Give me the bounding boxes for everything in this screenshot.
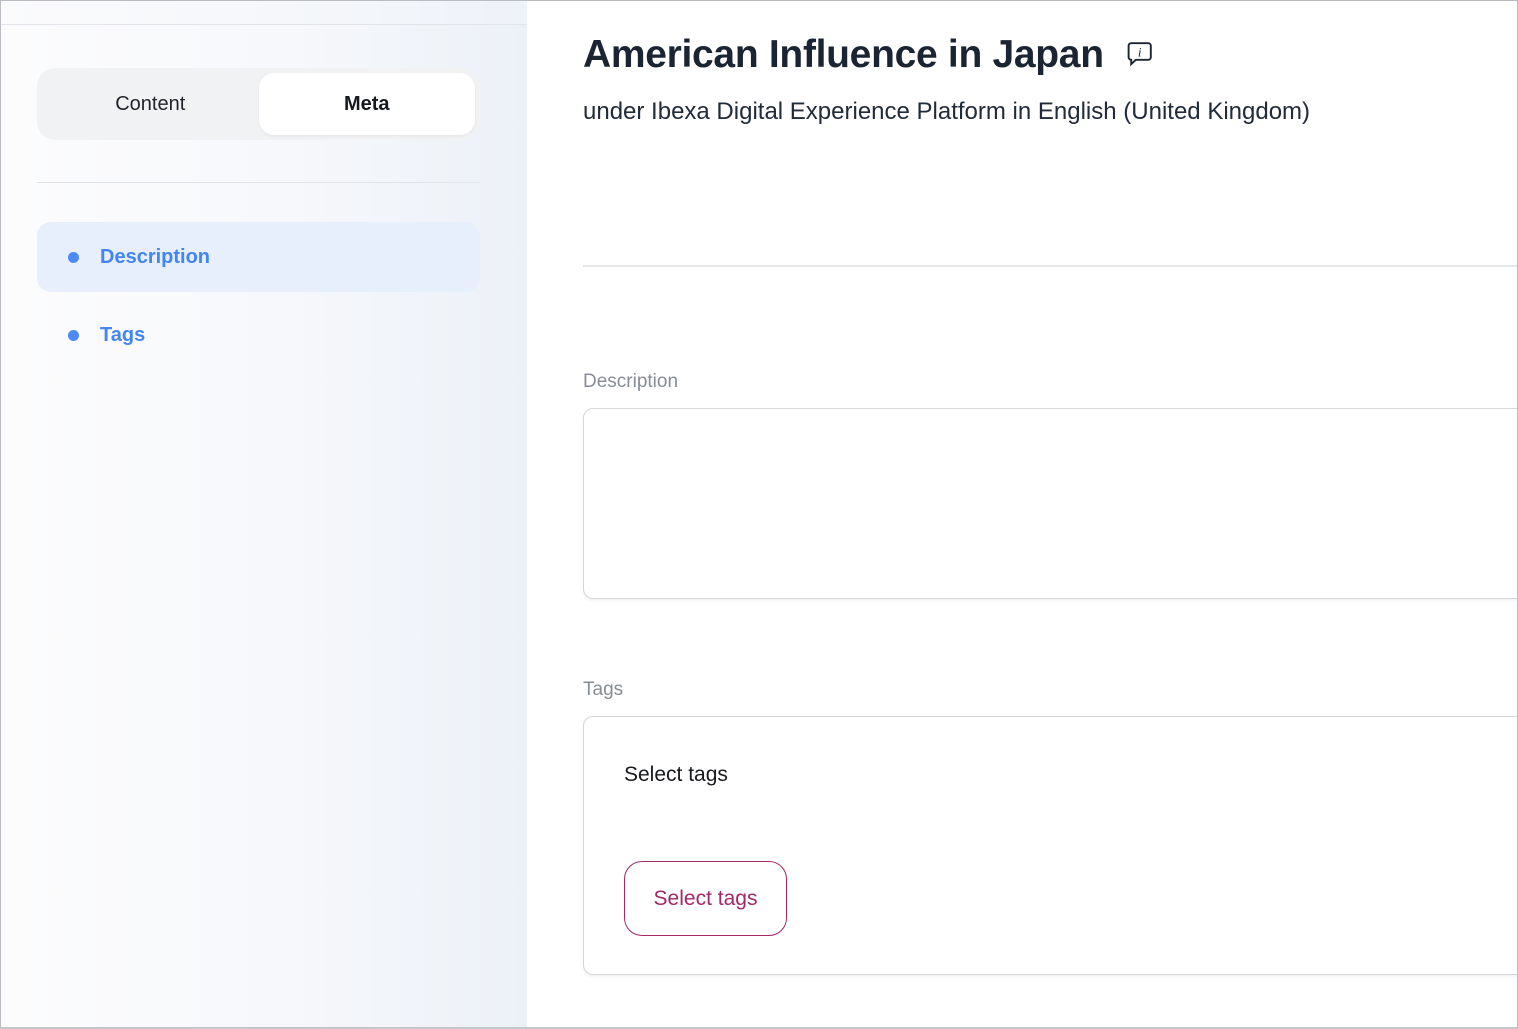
info-speech-bubble-icon[interactable]: i [1126,40,1153,73]
tags-field: Select tags Select tags [583,716,1517,975]
anchor-nav: Description Tags [37,222,480,370]
sidebar-divider [37,182,480,183]
nav-item-label: Tags [100,324,145,347]
tab-content[interactable]: Content [42,73,259,135]
tags-field-label: Tags [583,679,1517,701]
bullet-dot-icon [68,252,79,263]
nav-item-description[interactable]: Description [37,222,480,292]
meta-sidebar: Content Meta Description Tags [1,1,527,1027]
content-meta-switcher: Content Meta [37,68,480,140]
nav-item-label: Description [100,246,210,269]
sidebar-top-strip [1,1,527,25]
section-divider [583,265,1517,267]
tab-meta[interactable]: Meta [259,73,476,135]
description-field [583,408,1517,599]
tags-field-title: Select tags [624,761,1517,788]
app-window: Content Meta Description Tags American I… [0,0,1518,1029]
select-tags-button[interactable]: Select tags [624,861,787,936]
page-title: American Influence in Japan [583,32,1104,78]
description-field-label: Description [583,371,1517,393]
sidebar-body: Content Meta Description Tags [1,25,527,370]
nav-item-tags[interactable]: Tags [37,300,480,370]
meta-edit-panel: American Influence in Japan i under Ibex… [527,1,1517,1027]
location-language-subtitle: under Ibexa Digital Experience Platform … [583,98,1517,126]
title-row: American Influence in Japan i [583,32,1517,78]
bullet-dot-icon [68,330,79,341]
description-textarea[interactable] [584,409,1517,598]
svg-text:i: i [1138,44,1142,59]
